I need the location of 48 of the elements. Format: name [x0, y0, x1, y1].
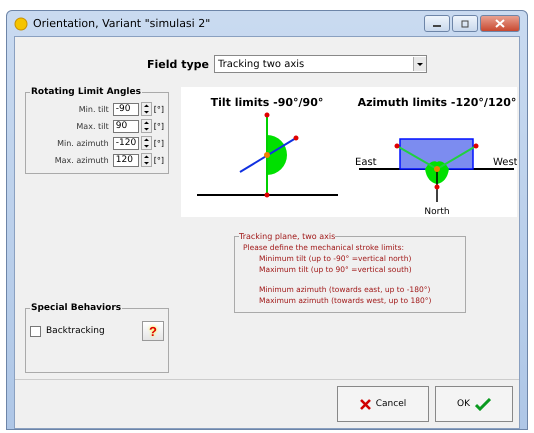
- maximize-icon: [460, 20, 470, 28]
- unit-label: [°]: [154, 104, 164, 114]
- up-arrow-icon: [142, 154, 151, 160]
- maximize-button[interactable]: [452, 15, 478, 32]
- close-button[interactable]: [480, 15, 520, 32]
- down-arrow-icon: [142, 143, 151, 149]
- angle-input[interactable]: -120: [112, 136, 139, 150]
- window-title: Orientation, Variant "simulasi 2": [33, 17, 212, 30]
- group-title: Rotating Limit Angles: [30, 87, 142, 97]
- field-label: Min. tilt: [78, 104, 109, 114]
- backtracking-checkbox[interactable]: [30, 326, 41, 336]
- unit-label: [°]: [154, 156, 164, 164]
- field-label: Max. tilt: [76, 122, 109, 130]
- angle-input[interactable]: -90: [112, 102, 139, 116]
- spin-buttons[interactable]: [140, 119, 152, 133]
- checkbox-label: Backtracking: [46, 326, 105, 336]
- up-arrow-icon: [142, 103, 151, 109]
- field-label: Min. azimuth: [57, 138, 109, 148]
- azimuth-title: Azimuth limits -120°/120°: [358, 96, 516, 109]
- minimize-button[interactable]: [424, 15, 450, 32]
- spin-buttons[interactable]: [140, 153, 152, 167]
- cross-icon: [360, 398, 371, 410]
- up-arrow-icon: [142, 137, 151, 143]
- info-title: Tracking plane, two axis: [239, 231, 336, 242]
- spin-buttons[interactable]: [140, 102, 152, 116]
- group-title: Special Behaviors: [30, 303, 122, 313]
- west-label: West: [493, 157, 517, 168]
- down-arrow-icon: [142, 126, 151, 132]
- field-type-label: Field type: [147, 58, 209, 70]
- up-arrow-icon: [142, 120, 151, 126]
- angle-input[interactable]: 90: [112, 120, 139, 132]
- down-arrow-icon: [142, 109, 151, 115]
- cancel-button[interactable]: Cancel: [337, 386, 429, 422]
- field-label: Max. azimuth: [54, 156, 109, 164]
- field-type-dropdown[interactable]: Tracking two axis: [214, 55, 427, 73]
- angle-input[interactable]: 120: [112, 154, 139, 166]
- help-button[interactable]: ?: [142, 321, 164, 341]
- checkmark-icon: [475, 398, 491, 410]
- close-icon: [495, 19, 505, 28]
- unit-label: [°]: [154, 138, 164, 148]
- ok-button[interactable]: OK: [435, 386, 513, 422]
- spin-buttons[interactable]: [140, 136, 152, 150]
- north-label: North: [424, 207, 450, 217]
- east-label: East: [355, 157, 377, 168]
- down-arrow-icon: [142, 160, 151, 166]
- unit-label: [°]: [154, 122, 164, 130]
- sun-icon: [14, 16, 28, 30]
- tilt-title: Tilt limits -90°/90°: [210, 96, 324, 109]
